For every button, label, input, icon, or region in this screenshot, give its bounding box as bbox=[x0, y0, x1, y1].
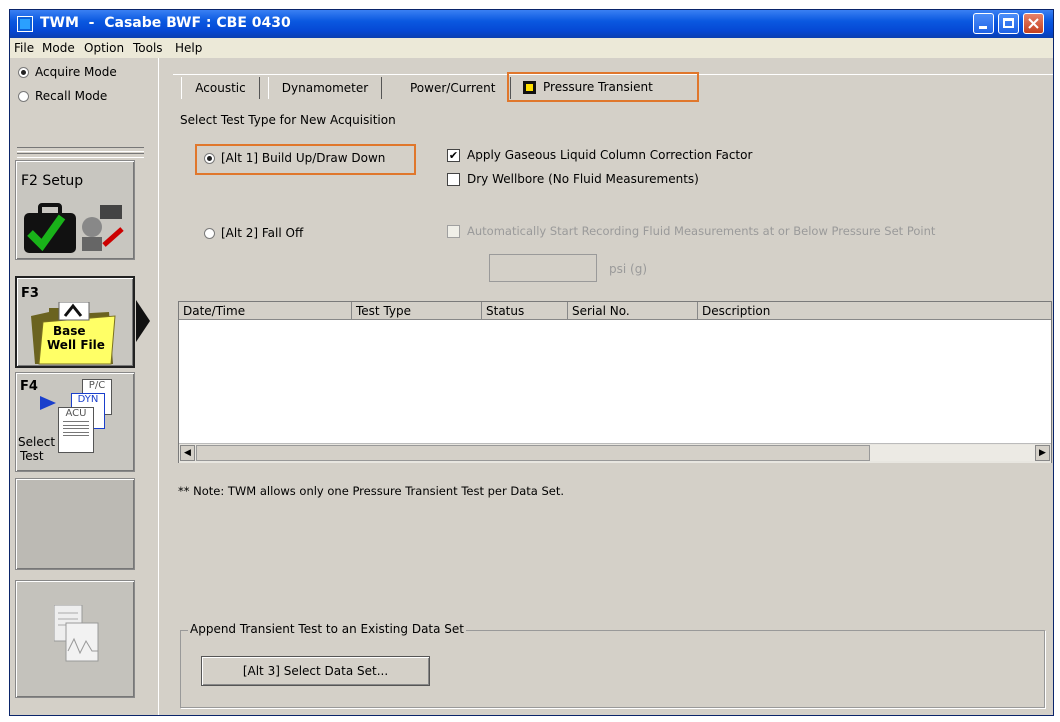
acu-doc-icon: ACU bbox=[58, 407, 94, 453]
empty-function-button[interactable] bbox=[15, 478, 135, 570]
left-panel: Acquire Mode Recall Mode F2 Setup F3 Bas… bbox=[10, 58, 159, 715]
maximize-icon bbox=[1003, 18, 1014, 28]
minimize-icon bbox=[979, 26, 987, 29]
well-file-label: Well File bbox=[47, 338, 105, 352]
acquire-mode-label: Acquire Mode bbox=[35, 65, 117, 79]
play-arrow-icon bbox=[40, 396, 56, 410]
test-label: Test bbox=[20, 449, 44, 463]
menu-mode[interactable]: Mode bbox=[42, 41, 75, 55]
append-group-label: Append Transient Test to an Existing Dat… bbox=[188, 622, 467, 636]
tab-power-current[interactable]: Power/Current bbox=[410, 77, 511, 99]
section-label: Select Test Type for New Acquisition bbox=[180, 113, 396, 127]
f3-base-well-file-button[interactable]: F3 Base Well File bbox=[15, 276, 135, 368]
pressure-set-point-input[interactable] bbox=[489, 254, 597, 282]
column-header-test-type[interactable]: Test Type bbox=[352, 302, 482, 320]
toolkit-icon bbox=[24, 203, 124, 253]
select-data-set-button[interactable]: [Alt 3] Select Data Set... bbox=[201, 656, 430, 686]
close-button[interactable] bbox=[1023, 13, 1044, 34]
maximize-button[interactable] bbox=[998, 13, 1019, 34]
minimize-button[interactable] bbox=[973, 13, 994, 34]
psi-unit-label: psi (g) bbox=[609, 262, 647, 276]
tab-acoustic[interactable]: Acoustic bbox=[181, 77, 260, 99]
app-icon bbox=[17, 16, 33, 32]
tests-table[interactable]: Date/Time Test Type Status Serial No. De… bbox=[178, 301, 1052, 463]
scrollbar-thumb[interactable] bbox=[196, 445, 870, 461]
base-label: Base bbox=[53, 324, 86, 338]
column-header-status[interactable]: Status bbox=[482, 302, 568, 320]
note-text: ** Note: TWM allows only one Pressure Tr… bbox=[178, 484, 565, 498]
close-icon bbox=[1028, 18, 1039, 29]
tab-pressure-transient[interactable]: Pressure Transient bbox=[513, 76, 691, 98]
fall-off-label: [Alt 2] Fall Off bbox=[221, 226, 304, 240]
column-header-date-time[interactable]: Date/Time bbox=[179, 302, 352, 320]
scroll-right-button[interactable]: ▶ bbox=[1035, 445, 1050, 461]
separator bbox=[17, 147, 144, 152]
recall-mode-label: Recall Mode bbox=[35, 89, 108, 103]
dry-wellbore-label: Dry Wellbore (No Fluid Measurements) bbox=[467, 172, 699, 186]
pressure-transient-icon bbox=[523, 81, 536, 94]
tab-dynamometer[interactable]: Dynamometer bbox=[268, 77, 382, 99]
build-up-draw-down-label: [Alt 1] Build Up/Draw Down bbox=[221, 151, 386, 165]
horizontal-scrollbar[interactable]: ◀ ▶ bbox=[179, 443, 1051, 463]
auto-start-recording-label: Automatically Start Recording Fluid Meas… bbox=[467, 224, 936, 238]
column-header-serial-no[interactable]: Serial No. bbox=[568, 302, 698, 320]
f2-setup-button[interactable]: F2 Setup bbox=[15, 160, 135, 260]
menu-bar: File Mode Option Tools Help bbox=[10, 38, 1053, 58]
select-label: Select bbox=[18, 435, 56, 449]
tab-pressure-transient-label: Pressure Transient bbox=[543, 80, 653, 94]
scrollbar-track[interactable] bbox=[870, 445, 1035, 461]
menu-file[interactable]: File bbox=[14, 41, 34, 55]
f2-setup-label: F2 Setup bbox=[21, 173, 84, 189]
f4-select-test-button[interactable]: F4 P/C DYN ACU Select Test bbox=[15, 372, 135, 472]
column-header-description[interactable]: Description bbox=[698, 302, 1051, 320]
menu-help[interactable]: Help bbox=[175, 41, 202, 55]
menu-option[interactable]: Option bbox=[84, 41, 124, 55]
title-bar: TWM - Casabe BWF : CBE 0430 bbox=[10, 10, 1053, 38]
app-window: TWM - Casabe BWF : CBE 0430 File Mode Op… bbox=[9, 9, 1054, 716]
f4-label: F4 bbox=[20, 379, 38, 394]
selected-arrow-icon bbox=[136, 300, 150, 342]
gaseous-correction-label: Apply Gaseous Liquid Column Correction F… bbox=[467, 148, 753, 162]
separator bbox=[17, 153, 144, 158]
f3-label: F3 bbox=[21, 286, 39, 301]
report-button[interactable] bbox=[15, 580, 135, 698]
scroll-left-button[interactable]: ◀ bbox=[180, 445, 195, 461]
report-chart-icon bbox=[54, 605, 99, 662]
window-title: TWM - Casabe BWF : CBE 0430 bbox=[40, 15, 291, 31]
menu-tools[interactable]: Tools bbox=[133, 41, 163, 55]
